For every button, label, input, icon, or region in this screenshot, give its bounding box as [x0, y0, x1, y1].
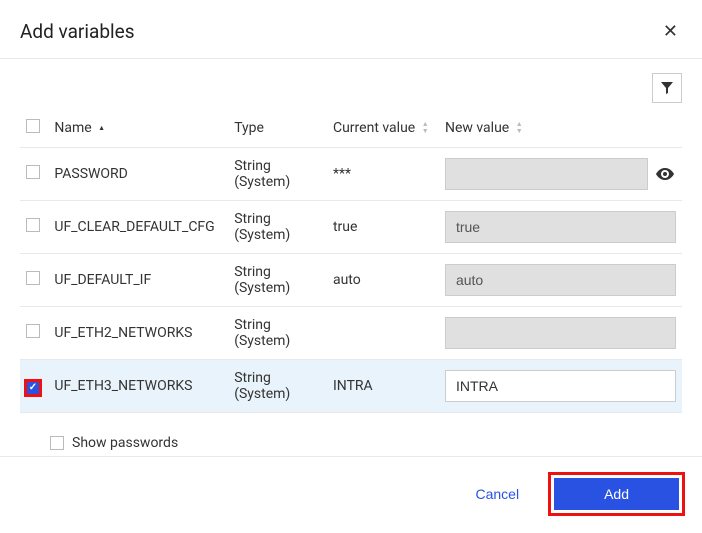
sort-icon: ▲▼	[422, 121, 429, 135]
row-checkbox[interactable]	[26, 165, 40, 179]
add-button[interactable]: Add	[554, 478, 679, 510]
show-passwords-label: Show passwords	[72, 435, 178, 451]
show-passwords-option[interactable]: Show passwords	[20, 413, 682, 456]
row-name: PASSWORD	[48, 148, 228, 201]
sort-icon: ▲▼	[516, 121, 523, 135]
close-icon: ✕	[663, 21, 678, 41]
row-current-value: auto	[327, 254, 439, 307]
row-name: UF_DEFAULT_IF	[48, 254, 228, 307]
row-checkbox[interactable]	[26, 381, 40, 395]
row-checkbox-cell	[20, 254, 48, 307]
row-checkbox-cell	[20, 360, 48, 413]
row-current-value: INTRA	[327, 360, 439, 413]
filter-button[interactable]	[652, 73, 682, 103]
row-current-value	[327, 307, 439, 360]
row-current-value: true	[327, 201, 439, 254]
dialog-body: Name ▲ Type Current value ▲▼ New value ▲…	[0, 59, 702, 456]
table-row[interactable]: PASSWORDString (System)***	[20, 148, 682, 201]
row-newval-cell	[439, 307, 682, 360]
eye-icon	[656, 168, 674, 180]
row-name: UF_ETH2_NETWORKS	[48, 307, 228, 360]
dialog-footer: Cancel Add	[0, 456, 702, 533]
row-type: String (System)	[228, 201, 327, 254]
newval-input[interactable]	[445, 370, 676, 402]
dialog-header: Add variables ✕	[0, 0, 702, 59]
row-checkbox-cell	[20, 148, 48, 201]
select-all-checkbox[interactable]	[26, 119, 40, 133]
header-name[interactable]: Name ▲	[48, 111, 228, 148]
sort-icon: ▲	[98, 125, 105, 132]
row-checkbox[interactable]	[26, 271, 40, 285]
dialog-title: Add variables	[20, 20, 135, 43]
newval-input[interactable]	[445, 158, 648, 190]
add-variables-dialog: Add variables ✕ Name ▲	[0, 0, 702, 533]
row-checkbox[interactable]	[26, 324, 40, 338]
header-current[interactable]: Current value ▲▼	[327, 111, 439, 148]
row-checkbox-cell	[20, 307, 48, 360]
header-type: Type	[228, 111, 327, 148]
header-type-label: Type	[234, 120, 264, 136]
header-name-label: Name	[54, 120, 91, 136]
row-newval-cell	[439, 201, 682, 254]
cancel-button[interactable]: Cancel	[467, 480, 527, 508]
row-type: String (System)	[228, 148, 327, 201]
table-row[interactable]: UF_ETH3_NETWORKSString (System)INTRA	[20, 360, 682, 413]
row-newval-cell	[439, 360, 682, 413]
row-checkbox-cell	[20, 201, 48, 254]
table-header: Name ▲ Type Current value ▲▼ New value ▲…	[20, 111, 682, 148]
row-newval-cell	[439, 148, 682, 201]
filter-icon	[661, 82, 673, 94]
row-type: String (System)	[228, 307, 327, 360]
close-button[interactable]: ✕	[659, 18, 682, 44]
row-newval-cell	[439, 254, 682, 307]
row-type: String (System)	[228, 254, 327, 307]
table-row[interactable]: UF_ETH2_NETWORKSString (System)	[20, 307, 682, 360]
newval-input[interactable]	[445, 317, 676, 349]
row-name: UF_CLEAR_DEFAULT_CFG	[48, 201, 228, 254]
table-body: PASSWORDString (System)***UF_CLEAR_DEFAU…	[20, 148, 682, 413]
header-newval[interactable]: New value ▲▼	[439, 111, 682, 148]
variables-table: Name ▲ Type Current value ▲▼ New value ▲…	[20, 111, 682, 413]
row-name: UF_ETH3_NETWORKS	[48, 360, 228, 413]
table-row[interactable]: UF_DEFAULT_IFString (System)auto	[20, 254, 682, 307]
header-checkbox-cell	[20, 111, 48, 148]
add-button-highlight: Add	[551, 475, 682, 513]
header-current-label: Current value	[333, 120, 415, 136]
row-type: String (System)	[228, 360, 327, 413]
newval-input[interactable]	[445, 211, 676, 243]
filter-row	[20, 73, 682, 103]
reveal-password-button[interactable]	[654, 166, 676, 182]
row-current-value: ***	[327, 148, 439, 201]
show-passwords-checkbox[interactable]	[50, 436, 64, 450]
row-checkbox[interactable]	[26, 218, 40, 232]
header-newval-label: New value	[445, 120, 509, 136]
table-row[interactable]: UF_CLEAR_DEFAULT_CFGString (System)true	[20, 201, 682, 254]
newval-input[interactable]	[445, 264, 676, 296]
